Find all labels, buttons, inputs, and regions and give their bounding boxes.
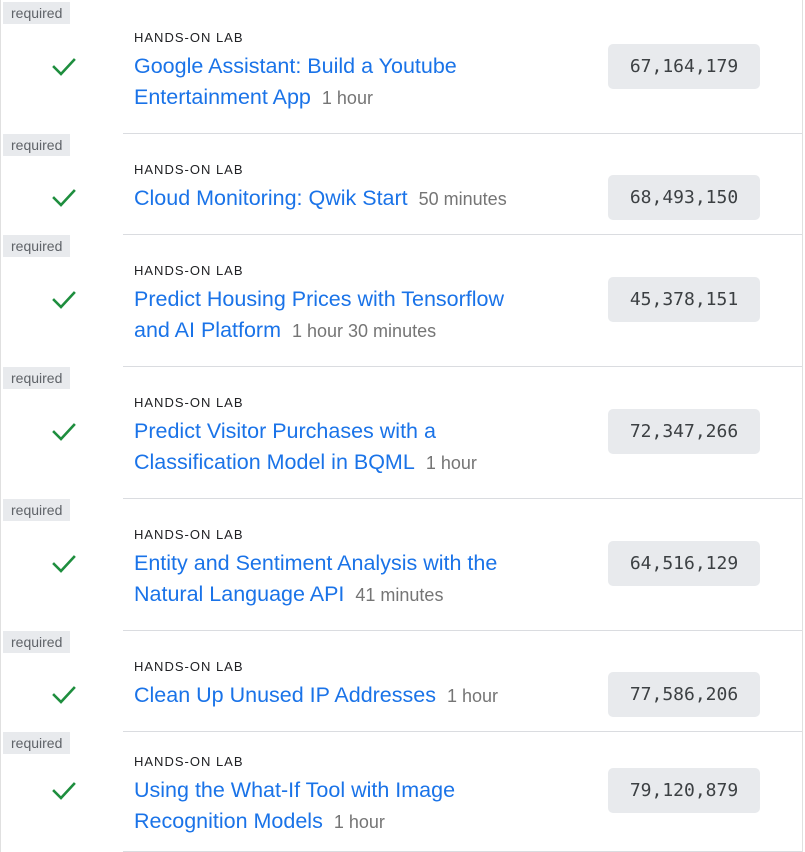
- lab-code-chip: 45,378,151: [608, 277, 760, 322]
- lab-title-text: Predict Housing Prices with Tensorflow: [134, 287, 505, 311]
- lab-duration: 50 minutes: [418, 189, 507, 209]
- required-badge: required: [3, 631, 71, 653]
- lab-type: HANDS-ON LAB: [134, 754, 244, 769]
- check-icon: [51, 780, 77, 802]
- check-icon: [51, 187, 77, 209]
- lab-title-link[interactable]: Predict Visitor Purchases with a Classifi…: [134, 419, 436, 474]
- lab-duration: 1 hour: [425, 453, 477, 473]
- lab-title-line: Clean Up Unused IP Addresses 1 hour: [134, 680, 574, 712]
- lab-title-text: Using the What-If Tool with Image: [134, 778, 456, 802]
- lab-code-chip: 64,516,129: [608, 541, 760, 586]
- lab-item: required HANDS-ON LAB Predict Housing Pric…: [1, 235, 802, 367]
- lab-title-link[interactable]: Using the What-If Tool with Image Recogni…: [134, 778, 455, 833]
- lab-title-link[interactable]: Cloud Monitoring: Qwik Start: [134, 186, 408, 210]
- required-badge: required: [3, 235, 71, 257]
- lab-list: required HANDS-ON LAB Google Assistant: Bu…: [0, 0, 803, 852]
- lab-type: HANDS-ON LAB: [134, 162, 244, 177]
- lab-title-link[interactable]: Google Assistant: Build a Youtube Enterta…: [134, 54, 457, 109]
- lab-title-line: Google Assistant: Build a Youtube Enterta…: [134, 51, 574, 114]
- lab-title-text: and AI Platform: [134, 318, 281, 342]
- check-icon: [51, 289, 77, 311]
- lab-title-text: Google Assistant: Build a Youtube: [134, 54, 457, 78]
- lab-content: HANDS-ON LAB Entity and Sentiment Analysi…: [134, 526, 574, 611]
- lab-title-text: Entity and Sentiment Analysis with the: [134, 551, 498, 575]
- lab-title-line: Using the What-If Tool with Image Recogni…: [134, 775, 574, 838]
- lab-title-text: Predict Visitor Purchases with a: [134, 419, 436, 443]
- lab-item: required HANDS-ON LAB Cloud Monitoring: Qw…: [1, 134, 802, 235]
- check-icon: [51, 56, 77, 78]
- lab-code-chip: 68,493,150: [608, 175, 760, 220]
- lab-code-chip: 67,164,179: [608, 44, 760, 89]
- lab-title-link[interactable]: Clean Up Unused IP Addresses: [134, 683, 436, 707]
- lab-content: HANDS-ON LAB Clean Up Unused IP Addresses…: [134, 658, 574, 712]
- lab-code-chip: 77,586,206: [608, 672, 760, 717]
- lab-duration: 1 hour: [321, 88, 373, 108]
- required-badge: required: [3, 2, 71, 24]
- lab-title-line: Predict Visitor Purchases with a Classifi…: [134, 416, 574, 479]
- lab-item: required HANDS-ON LAB Predict Visitor Purc…: [1, 367, 802, 499]
- lab-item: required HANDS-ON LAB Entity and Sentiment…: [1, 499, 802, 631]
- lab-duration: 1 hour: [333, 812, 385, 832]
- required-badge: required: [3, 499, 71, 521]
- lab-type: HANDS-ON LAB: [134, 395, 244, 410]
- lab-title-line: Cloud Monitoring: Qwik Start 50 minutes: [134, 183, 574, 215]
- lab-type: HANDS-ON LAB: [134, 527, 244, 542]
- lab-content: HANDS-ON LAB Cloud Monitoring: Qwik Start…: [134, 161, 574, 215]
- lab-content: HANDS-ON LAB Predict Housing Prices with …: [134, 262, 574, 347]
- lab-duration: 41 minutes: [355, 585, 444, 605]
- lab-title-text: Cloud Monitoring: Qwik Start: [134, 186, 408, 210]
- lab-type: HANDS-ON LAB: [134, 263, 244, 278]
- lab-content: HANDS-ON LAB Google Assistant: Build a Yo…: [134, 29, 574, 114]
- lab-type: HANDS-ON LAB: [134, 30, 244, 45]
- lab-title-text: Natural Language API: [134, 582, 345, 606]
- lab-code-chip: 79,120,879: [608, 768, 760, 813]
- required-badge: required: [3, 367, 71, 389]
- lab-duration: 1 hour: [446, 686, 499, 706]
- lab-title-line: Entity and Sentiment Analysis with the Na…: [134, 548, 574, 611]
- lab-item: required HANDS-ON LAB Clean Up Unused IP A…: [1, 631, 802, 732]
- lab-type: HANDS-ON LAB: [134, 659, 244, 674]
- lab-title-text: Recognition Models: [134, 809, 323, 833]
- lab-duration: 1 hour 30 minutes: [292, 321, 437, 341]
- lab-title-line: Predict Housing Prices with Tensorflow an…: [134, 284, 574, 347]
- lab-item: required HANDS-ON LAB Using the What-If To…: [1, 732, 802, 852]
- lab-content: HANDS-ON LAB Using the What-If Tool with …: [134, 753, 574, 838]
- lab-content: HANDS-ON LAB Predict Visitor Purchases wi…: [134, 394, 574, 479]
- check-icon: [51, 684, 77, 706]
- lab-title-text: Classification Model in BQML: [134, 450, 415, 474]
- lab-title-text: Entertainment App: [134, 85, 311, 109]
- required-badge: required: [3, 732, 71, 754]
- lab-title-text: Clean Up Unused IP Addresses: [134, 683, 436, 707]
- required-badge: required: [3, 134, 71, 156]
- check-icon: [51, 553, 77, 575]
- lab-item: required HANDS-ON LAB Google Assistant: Bu…: [1, 2, 802, 134]
- check-icon: [51, 421, 77, 443]
- lab-code-chip: 72,347,266: [608, 409, 760, 454]
